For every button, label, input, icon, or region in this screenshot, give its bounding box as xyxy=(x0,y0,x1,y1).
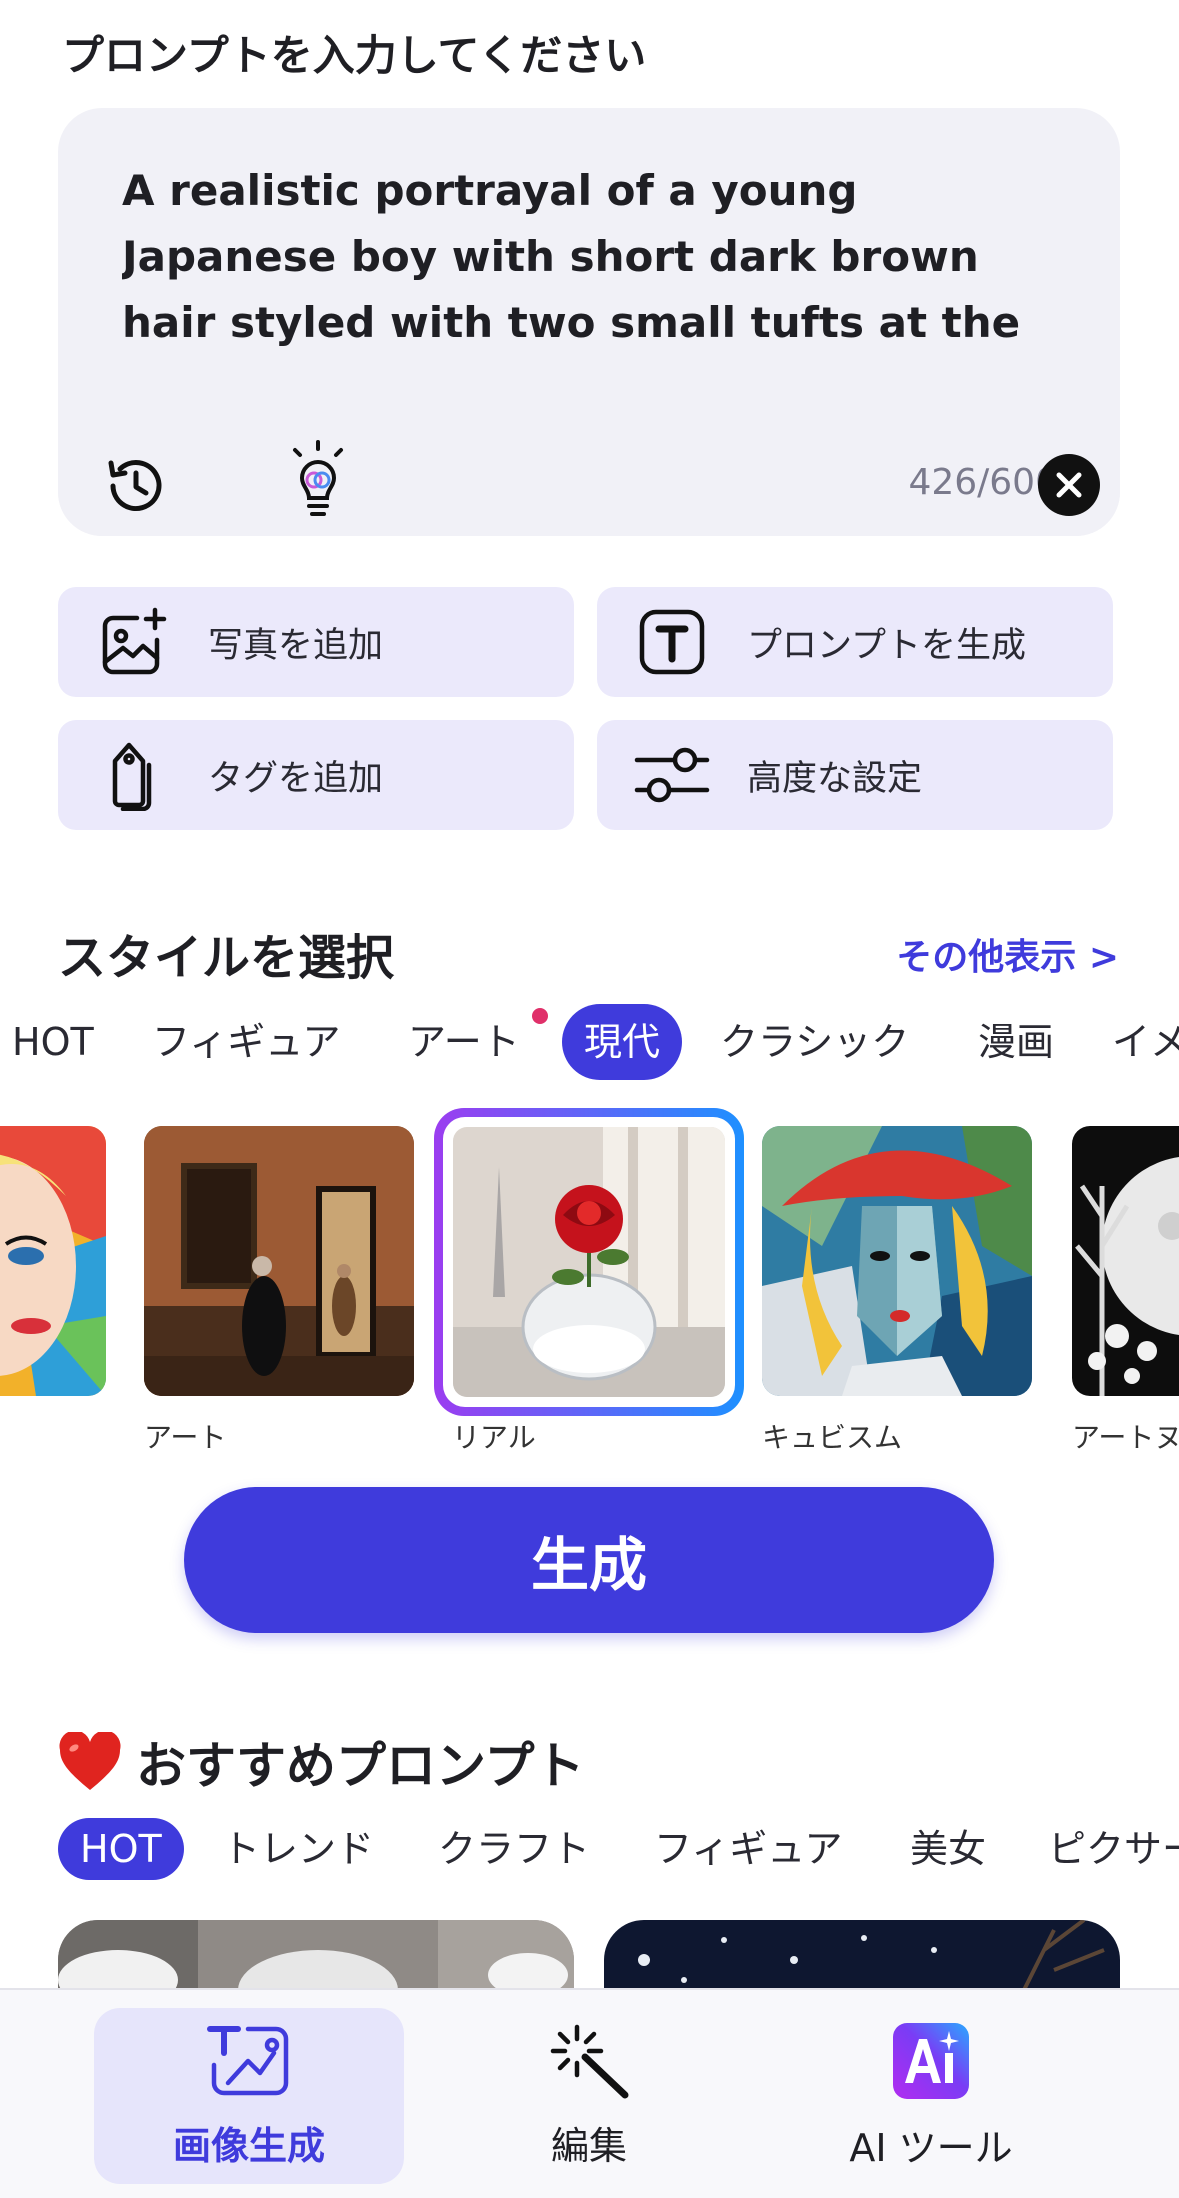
prompt-title: プロンプトを入力してください xyxy=(62,31,647,80)
style-tab-classic[interactable]: クラシック xyxy=(720,1004,909,1080)
style-label-2: リアル xyxy=(452,1421,536,1454)
rec-tab-figure[interactable]: フィギュア xyxy=(654,1818,842,1880)
style-tab-image[interactable]: イメ xyxy=(1112,1004,1179,1080)
generate-button[interactable]: 生成 xyxy=(184,1487,994,1633)
style-label-4: アートヌ xyxy=(1072,1421,1179,1454)
nav-edit[interactable]: 編集 xyxy=(434,2008,744,2184)
style-tab-modern[interactable]: 現代 xyxy=(562,1004,683,1080)
add-tag-label: タグを追加 xyxy=(208,758,384,799)
ai-tools-icon xyxy=(893,2022,969,2099)
add-photo-label: 写真を追加 xyxy=(208,625,384,666)
recommend-card-2[interactable] xyxy=(604,1920,1120,1990)
recommend-cards xyxy=(0,1920,1179,1990)
rec-tab-trend[interactable]: トレンド xyxy=(222,1818,374,1880)
clear-icon[interactable] xyxy=(1038,454,1100,516)
style-tab-hot[interactable]: HOT xyxy=(12,1004,94,1080)
image-gen-icon xyxy=(207,2025,289,2095)
sliders-icon xyxy=(597,720,747,830)
style-heading: スタイルを選択 xyxy=(58,930,395,986)
nav-ai-tools[interactable]: AI ツール xyxy=(776,2008,1086,2184)
style-thumb-art[interactable] xyxy=(144,1126,414,1396)
style-label-3: キュビスム xyxy=(762,1421,903,1454)
add-tag-button[interactable]: タグを追加 xyxy=(58,720,574,830)
style-thumbnails: アート リアル キュビスム アートヌ xyxy=(0,1108,1179,1458)
style-label-1: アート xyxy=(144,1421,227,1454)
generate-prompt-button[interactable]: プロンプトを生成 xyxy=(597,587,1113,697)
style-thumb-realistic-selected[interactable] xyxy=(434,1108,744,1416)
advanced-settings-button[interactable]: 高度な設定 xyxy=(597,720,1113,830)
nav-image-gen[interactable]: 画像生成 xyxy=(94,2008,404,2184)
rec-tab-pixar[interactable]: ピクサー xyxy=(1048,1818,1179,1880)
recommend-tabs: HOT トレンド クラフト フィギュア 美女 ピクサー xyxy=(0,1818,1179,1884)
heart-icon xyxy=(59,1732,121,1790)
style-tab-figure[interactable]: フィギュア xyxy=(152,1004,340,1080)
recommend-heading-text: おすすめプロンプト xyxy=(136,1737,585,1795)
nav-ai-tools-label: AI ツール xyxy=(849,2125,1013,2170)
style-thumb-cubism[interactable] xyxy=(762,1126,1032,1396)
text-t-icon xyxy=(597,587,747,697)
prompt-textarea[interactable]: A realistic portrayal of a young Japanes… xyxy=(122,158,1072,358)
recommend-heading: おすすめプロンプト xyxy=(58,1726,585,1798)
nav-image-gen-label: 画像生成 xyxy=(172,2123,325,2168)
add-photo-icon xyxy=(58,587,208,697)
bottom-nav: 画像生成 編集 AI ツール xyxy=(0,1988,1179,2198)
style-tab-art[interactable]: アート xyxy=(408,1004,520,1080)
add-photo-button[interactable]: 写真を追加 xyxy=(58,587,574,697)
new-badge-dot xyxy=(532,1008,548,1024)
style-thumb-art-nouveau[interactable] xyxy=(1072,1126,1179,1396)
advanced-settings-label: 高度な設定 xyxy=(747,758,923,799)
style-tab-manga[interactable]: 漫画 xyxy=(978,1004,1054,1080)
rec-tab-hot[interactable]: HOT xyxy=(58,1818,184,1880)
lightbulb-icon[interactable] xyxy=(278,436,358,524)
generate-prompt-label: プロンプトを生成 xyxy=(747,625,1026,666)
prompt-input-box[interactable]: A realistic portrayal of a young Japanes… xyxy=(58,108,1120,536)
history-icon[interactable] xyxy=(94,444,178,528)
magic-wand-icon xyxy=(550,2024,629,2098)
style-thumb-pop-art[interactable] xyxy=(0,1126,106,1396)
style-thumb-realistic xyxy=(453,1127,725,1397)
tag-icon xyxy=(58,720,208,830)
rec-tab-craft[interactable]: クラフト xyxy=(438,1818,590,1880)
rec-tab-beauty[interactable]: 美女 xyxy=(910,1818,986,1880)
show-more-link[interactable]: その他表示 > xyxy=(896,928,1119,980)
nav-edit-label: 編集 xyxy=(550,2123,627,2168)
char-counter: 426/600 xyxy=(908,462,1058,503)
style-tabs: HOT フィギュア アート 現代 クラシック 漫画 イメ xyxy=(0,1004,1179,1084)
recommend-card-1[interactable] xyxy=(58,1920,574,1990)
